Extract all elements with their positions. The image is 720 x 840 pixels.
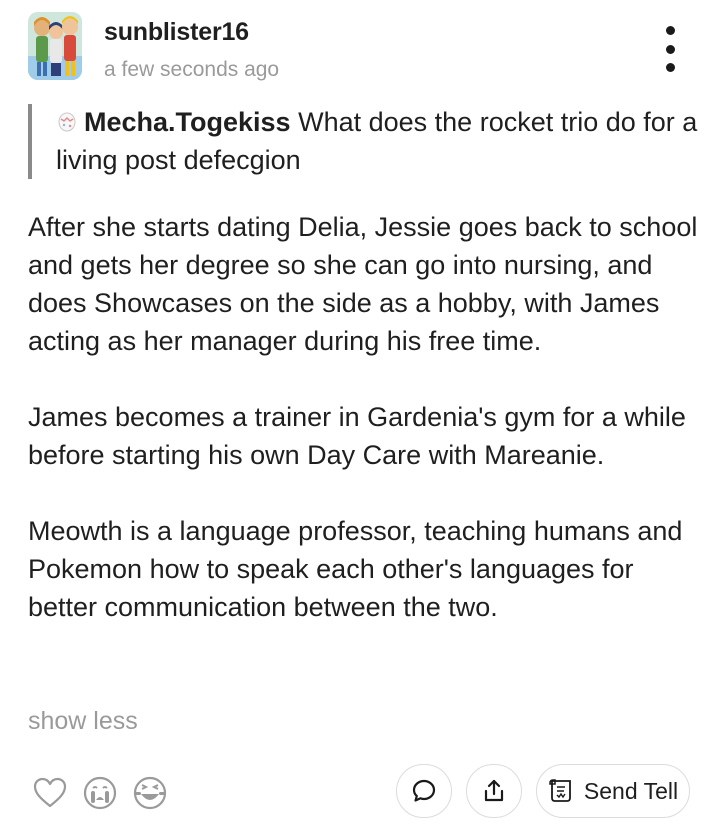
show-less-link[interactable]: show less: [28, 707, 138, 736]
post-card: sunblister16 a few seconds ago Mecha.Tog…: [0, 0, 720, 840]
send-tell-button[interactable]: Send Tell: [536, 764, 690, 818]
quoted-post[interactable]: Mecha.Togekiss What does the rocket trio…: [28, 104, 716, 179]
share-button[interactable]: [466, 764, 522, 818]
send-tell-label: Send Tell: [583, 777, 679, 804]
share-icon: [484, 779, 504, 802]
heart-icon[interactable]: [32, 775, 68, 811]
comment-bubble-icon: [412, 779, 436, 802]
crying-face-icon[interactable]: [82, 775, 118, 811]
action-bar: Send Tell: [28, 764, 696, 822]
quote-author[interactable]: Mecha.Togekiss: [84, 107, 291, 137]
timestamp: a few seconds ago: [104, 58, 280, 81]
avatar[interactable]: [28, 12, 82, 80]
egg-icon: [56, 105, 78, 142]
more-options-icon[interactable]: [660, 26, 680, 72]
letter-icon: [549, 779, 571, 802]
paragraph: James becomes a trainer in Gardenia's gy…: [28, 402, 686, 470]
username[interactable]: sunblister16: [104, 18, 249, 47]
comment-button[interactable]: [396, 764, 452, 818]
post-header: sunblister16 a few seconds ago: [28, 12, 700, 84]
paragraph: Meowth is a language professor, teaching…: [28, 516, 683, 622]
paragraph: After she starts dating Delia, Jessie go…: [28, 212, 698, 356]
post-body: After she starts dating Delia, Jessie go…: [28, 208, 698, 626]
avatar-image: [28, 12, 82, 80]
laughing-face-icon[interactable]: [132, 775, 168, 811]
